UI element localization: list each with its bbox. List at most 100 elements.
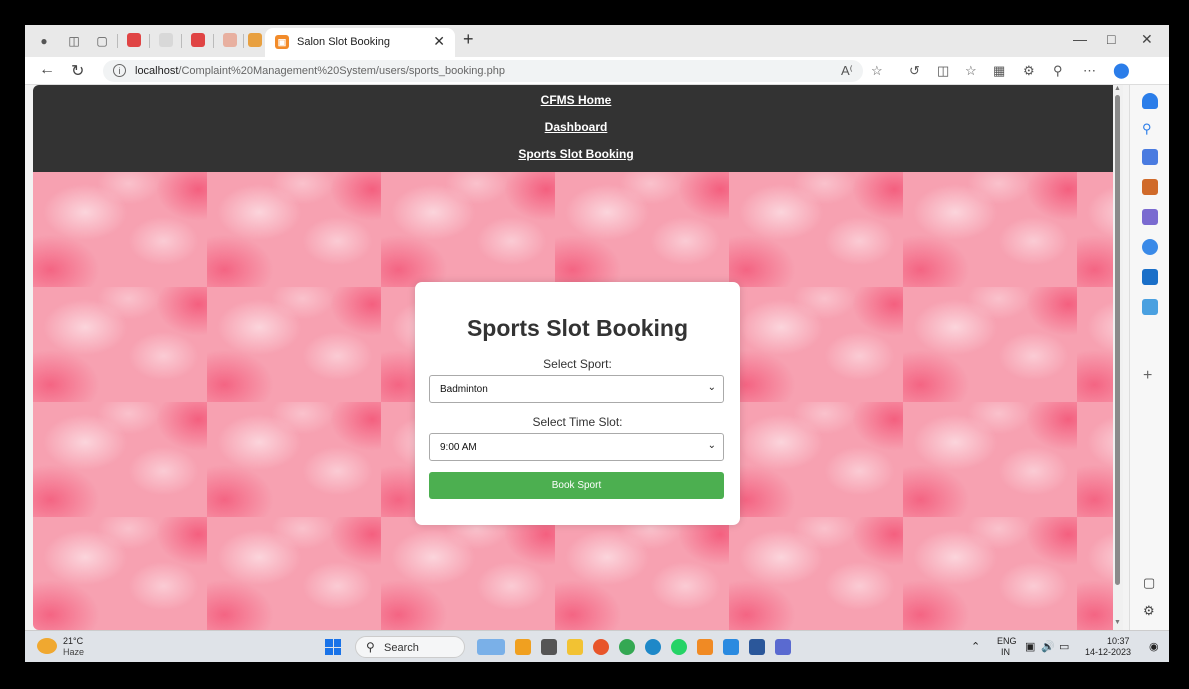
tab-bar: ● ◫ ▢ ▣ Salon Slot Booking ✕ + — □ ✕ [25,25,1169,57]
extensions-icon[interactable]: ⚙ [1023,63,1035,79]
taskbar-search[interactable]: ⚲ Search [355,636,465,658]
notification-bell-icon[interactable]: ◉ [1149,640,1159,653]
word-icon[interactable] [749,639,765,655]
chrome-icon[interactable] [619,639,635,655]
minimize-icon[interactable]: — [1073,31,1087,47]
address-bar: ← ↻ i localhost/Complaint%20Management%2… [25,57,1169,85]
sport-select-value: Badminton [440,384,488,395]
split-screen-icon[interactable]: ◫ [937,63,949,79]
tab-actions-icon[interactable]: ▢ [93,32,111,50]
nav-sports-slot-booking[interactable]: Sports Slot Booking [33,147,1119,161]
scroll-up-icon[interactable]: ▲ [1114,85,1121,92]
favorites-icon[interactable]: ☆ [965,63,977,79]
chevron-down-icon: ⌄ [707,382,716,393]
profile-icon[interactable]: ● [35,32,53,50]
workspaces-icon[interactable]: ◫ [65,32,83,50]
search-icon[interactable]: ⚲ [1142,121,1158,137]
scroll-down-icon[interactable]: ▼ [1114,619,1121,626]
weather-icon[interactable] [37,638,57,654]
read-aloud-icon[interactable]: A⁽ [841,63,853,79]
weather-condition: Haze [63,647,85,657]
file-explorer-icon[interactable] [567,639,583,655]
notifications-icon[interactable] [1142,93,1158,109]
separator [149,34,150,48]
close-icon[interactable]: ✕ [433,33,445,50]
copilot-logo-icon[interactable]: ⬤ [1113,61,1130,79]
time-slot-select[interactable]: 9:00 AM ⌄ [429,433,724,461]
settings-icon[interactable]: ⚙ [1143,603,1155,619]
form-title: Sports Slot Booking [466,315,689,341]
volume-icon[interactable]: 🔊 [1041,640,1055,653]
refresh-icon[interactable]: ↻ [71,61,84,81]
more-icon[interactable]: ⋯ [1083,63,1096,79]
task-view-icon[interactable] [541,639,557,655]
copilot-app-icon[interactable] [515,639,531,655]
clock-time[interactable]: 10:37 [1107,636,1130,646]
booking-card: Sports Slot Booking Select Sport: Badmin… [415,282,740,525]
collections-icon[interactable]: ▦ [993,63,1005,79]
search-icon: ⚲ [366,640,375,654]
back-icon[interactable]: ← [39,61,55,79]
time-slot-select-value: 9:00 AM [440,442,477,453]
battery-icon[interactable]: ▭ [1059,640,1069,653]
new-tab-icon[interactable]: + [463,29,474,50]
sport-label: Select Sport: [543,357,612,371]
separator [181,34,182,48]
separator [117,34,118,48]
lang-bottom[interactable]: IN [1001,647,1010,657]
edge-icon[interactable] [645,639,661,655]
edge-sidebar: ⚲ + ▢ ⚙ [1129,85,1169,630]
windows-start-icon[interactable] [325,639,341,655]
time-slot-label: Select Time Slot: [532,415,623,429]
nav-cfms-home[interactable]: CFMS Home [33,93,1119,107]
restore-icon[interactable]: □ [1107,31,1115,47]
taskbar-search-label: Search [384,642,419,654]
scrollbar-thumb[interactable] [1115,95,1120,585]
url-field[interactable]: i localhost/Complaint%20Management%20Sys… [103,60,863,82]
clock-date[interactable]: 14-12-2023 [1085,647,1131,657]
favorite-star-icon[interactable]: ☆ [871,63,883,79]
close-window-icon[interactable]: ✕ [1141,31,1153,48]
taskbar: 21°C Haze ⚲ Search ⌃ ENG IN ▣ 🔊 ▭ 10:37 … [25,630,1169,662]
brave-icon[interactable] [593,639,609,655]
copilot-icon[interactable]: ↺ [909,63,920,79]
sidebar-toggle-icon[interactable]: ▢ [1143,575,1155,591]
network-icon[interactable]: ▣ [1025,640,1035,653]
outlook-icon[interactable] [1142,269,1158,285]
pinned-tab-icon[interactable] [127,33,141,47]
app-icon[interactable] [775,639,791,655]
weather-temp: 21°C [63,636,84,646]
url-text: localhost/Complaint%20Management%20Syste… [135,65,505,77]
photos-icon[interactable] [723,639,739,655]
page-scrollbar[interactable]: ▲ ▼ [1113,85,1123,630]
nav-dashboard[interactable]: Dashboard [33,120,1119,134]
sport-select[interactable]: Badminton ⌄ [429,375,724,403]
xampp-icon[interactable] [697,639,713,655]
google-tab-icon[interactable] [159,33,173,47]
add-app-icon[interactable]: + [1143,367,1152,385]
tab-active[interactable]: ▣ Salon Slot Booking ✕ [265,28,455,57]
chevron-up-icon[interactable]: ⌃ [971,640,980,653]
microsoft-365-icon[interactable] [1142,239,1158,255]
pinned-tab-icon[interactable] [248,33,262,47]
tools-icon[interactable] [1142,179,1158,195]
screen: ● ◫ ▢ ▣ Salon Slot Booking ✕ + — □ ✕ ← ↻… [25,25,1169,662]
whatsapp-icon[interactable] [671,639,687,655]
separator [213,34,214,48]
games-icon[interactable] [1142,209,1158,225]
tab-favicon-icon: ▣ [275,35,289,49]
separator [243,34,244,48]
profile-sync-icon[interactable]: ⚲ [1053,63,1063,79]
pinned-tab-icon[interactable] [191,33,205,47]
pinned-tab-icon[interactable] [223,33,237,47]
chevron-down-icon: ⌄ [707,440,716,451]
web-page: CFMS Home Dashboard Sports Slot Booking … [33,85,1119,630]
book-sport-button[interactable]: Book Sport [429,472,724,499]
site-navbar: CFMS Home Dashboard Sports Slot Booking [33,85,1119,172]
shopping-icon[interactable] [1142,149,1158,165]
lang-top[interactable]: ENG [997,636,1017,646]
tab-title: Salon Slot Booking [297,36,390,48]
designer-icon[interactable] [1142,299,1158,315]
info-icon[interactable]: i [113,64,126,77]
widgets-icon[interactable] [477,639,505,655]
